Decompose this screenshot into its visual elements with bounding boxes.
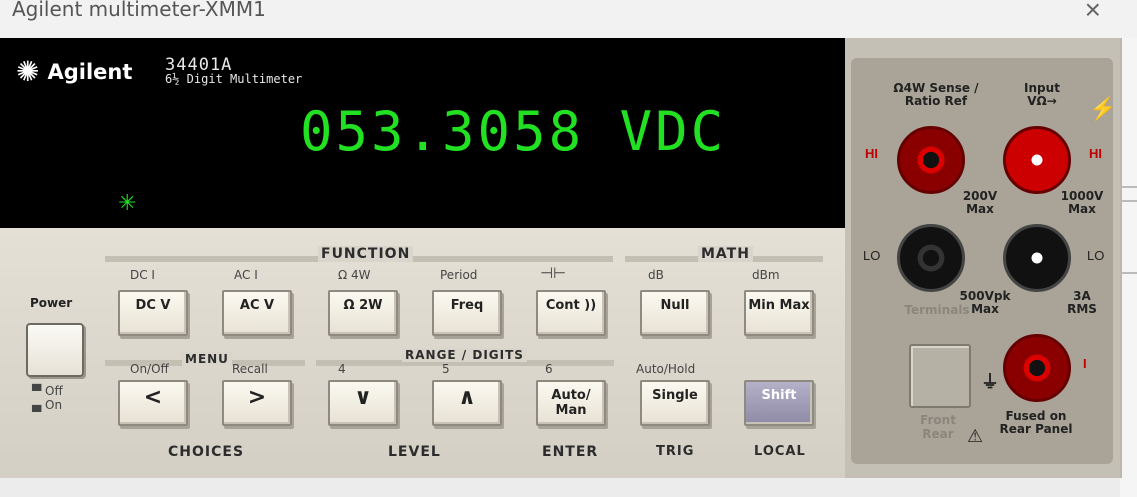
null-button[interactable]: Null (640, 290, 710, 336)
shift-button[interactable]: Shift (744, 380, 814, 426)
multimeter-panel: ✺ Agilent 34401A 6½ Digit Multimeter 053… (0, 38, 1122, 478)
power-button[interactable] (26, 323, 84, 377)
input-label: Input VΩ→ (1024, 81, 1060, 108)
current-jack[interactable] (1003, 334, 1071, 402)
power-label: Power (30, 296, 73, 310)
input-hi-label: HI (1089, 146, 1102, 161)
input-lo-jack[interactable] (1003, 224, 1071, 292)
input-hi-jack[interactable] (1003, 126, 1071, 194)
model-number: 34401A (165, 55, 233, 75)
max-200v-label: 200V Max (962, 189, 998, 216)
annunciator-icon: ✳ (118, 190, 137, 215)
level-label: LEVEL (388, 444, 441, 460)
shift-label-on-off: On/Off (130, 362, 169, 376)
menu-left-button[interactable]: < (118, 380, 188, 426)
fused-rear-panel-label: Fused on Rear Panel (999, 409, 1073, 436)
shift-label-period: Period (440, 268, 478, 282)
sense-hi-label: HI (865, 146, 878, 161)
choices-label: CHOICES (168, 444, 245, 460)
shift-label-dc-i: DC I (130, 268, 155, 282)
hazard-bolt-icon: ⚡ (1089, 96, 1117, 121)
shift-label-db: dB (648, 268, 664, 282)
sense-hi-jack[interactable] (897, 126, 965, 194)
divider (1120, 272, 1137, 274)
shift-label-ohm-4w: Ω 4W (338, 268, 371, 282)
shift-label-recall: Recall (232, 362, 268, 376)
shift-label-digit-4: 4 (338, 362, 346, 376)
menu-right-button[interactable]: > (222, 380, 292, 426)
model-label: 34401A 6½ Digit Multimeter (165, 55, 303, 87)
input-terminal-panel: Ω4W Sense / Ratio Ref Input VΩ→ ⚡ HI HI … (845, 38, 1120, 478)
local-label: LOCAL (754, 444, 806, 459)
measurement-reading: 053.3058 VDC (300, 100, 727, 163)
agilent-logo: ✺ Agilent (16, 58, 132, 86)
freq-button[interactable]: Freq (432, 290, 502, 336)
warning-triangle-icon: ⚠ (967, 426, 984, 447)
enter-label: ENTER (542, 444, 599, 460)
terminals-label: Terminals (904, 303, 970, 317)
menu-group-label: MENU (182, 352, 232, 366)
amps-rms-label: 3A RMS (1067, 289, 1097, 316)
power-off-indicator: ▀ Off (32, 384, 63, 398)
terminal-plate: Ω4W Sense / Ratio Ref Input VΩ→ ⚡ HI HI … (851, 58, 1117, 464)
shift-label-ac-i: AC I (234, 268, 258, 282)
terminals-rear-label: Rear (922, 427, 954, 441)
close-icon[interactable]: × (1085, 0, 1101, 26)
input-lo-label: LO (1087, 248, 1105, 263)
power-on-indicator: ▄ On (32, 398, 63, 412)
lcd-display: ✺ Agilent 34401A 6½ Digit Multimeter 053… (0, 38, 845, 228)
shift-label-diode: ⊣⊢ (540, 264, 567, 282)
background-window-edge (1120, 38, 1137, 497)
ohm-2w-button[interactable]: Ω 2W (328, 290, 398, 336)
range-digits-group-label: RANGE / DIGITS (402, 348, 527, 362)
brand-name: Agilent (47, 60, 133, 84)
ground-icon: ⏚ (981, 372, 999, 393)
window-title: Agilent multimeter-XMM1 (12, 0, 266, 21)
shift-label-digit-5: 5 (442, 362, 450, 376)
function-group-label: FUNCTION (318, 246, 414, 262)
range-up-button[interactable]: ∧ (432, 380, 502, 426)
agilent-spark-icon: ✺ (16, 56, 40, 87)
power-off-label: Off (45, 384, 63, 398)
min-max-button[interactable]: Min Max (744, 290, 814, 336)
dc-v-button[interactable]: DC V (118, 290, 188, 336)
power-on-label: On (45, 398, 63, 412)
ac-v-button[interactable]: AC V (222, 290, 292, 336)
shift-label-digit-6: 6 (545, 362, 553, 376)
range-down-button[interactable]: ∨ (328, 380, 398, 426)
current-label: I (1083, 356, 1087, 371)
model-description: 6½ Digit Multimeter (165, 72, 303, 86)
divider (1120, 200, 1137, 202)
divider (1120, 186, 1137, 188)
sense-lo-label: LO (863, 248, 881, 263)
terminals-front-rear-button[interactable] (909, 344, 971, 408)
math-group-label: MATH (698, 246, 753, 262)
window-titlebar: Agilent multimeter-XMM1 × (0, 0, 1137, 38)
continuity-button[interactable]: Cont )) (536, 290, 606, 336)
shift-label-auto-hold: Auto/Hold (636, 362, 696, 376)
sense-lo-jack[interactable] (897, 224, 965, 292)
auto-man-button[interactable]: Auto/ Man (536, 380, 606, 426)
single-button[interactable]: Single (640, 380, 710, 426)
shift-label-dbm: dBm (752, 268, 780, 282)
max-1000v-label: 1000V Max (1060, 189, 1104, 216)
front-panel: Power ▀ Off ▄ On FUNCTION MATH DC I AC I… (0, 228, 845, 478)
sense-ratio-label: Ω4W Sense / Ratio Ref (893, 81, 979, 108)
terminals-front-label: Front (920, 413, 956, 427)
trig-label: TRIG (656, 444, 695, 459)
